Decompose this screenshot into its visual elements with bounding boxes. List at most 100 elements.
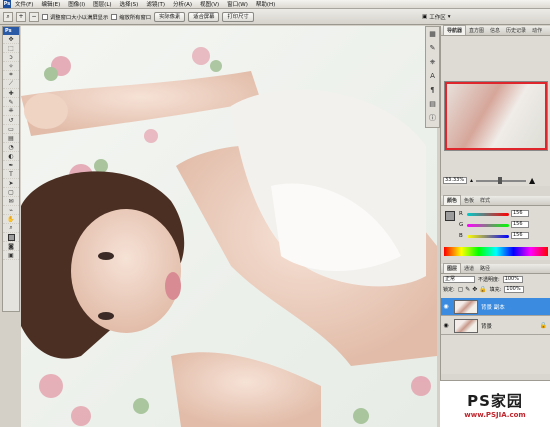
fill-input[interactable]: 100% [504, 286, 525, 293]
crop-tool-icon[interactable]: ⌗ [3, 71, 19, 80]
opacity-input[interactable]: 100% [502, 276, 523, 283]
menu-bar: Ps 文件(F) 编辑(E) 图像(I) 图层(L) 选择(S) 滤镜(T) 分… [0, 0, 550, 9]
layer-comps-icon[interactable]: ▤ [426, 97, 439, 111]
healing-brush-icon[interactable]: ✚ [3, 89, 19, 98]
eye-icon[interactable]: ◉ [441, 303, 451, 310]
navigator-view-box[interactable] [445, 82, 547, 150]
blend-mode-select[interactable]: 正常 [443, 276, 475, 283]
tab-layers[interactable]: 图层 [443, 263, 462, 273]
b-slider[interactable] [467, 235, 509, 238]
menu-analysis[interactable]: 分析(A) [173, 0, 192, 8]
eyedropper-icon[interactable]: ⌁ [3, 206, 19, 215]
navigator-zoom-input[interactable]: 33.33% [443, 177, 467, 184]
menu-file[interactable]: 文件(F) [15, 0, 33, 8]
layer-thumbnail [454, 299, 478, 314]
g-slider[interactable] [467, 224, 509, 227]
blur-tool-icon[interactable]: ◔ [3, 143, 19, 152]
zoom-in-icon[interactable]: + [16, 11, 26, 22]
color-spectrum-bar[interactable] [444, 247, 548, 256]
navigator-panel: 导航器 直方图 信息 历史记录 动作 33.33% ▴ ▲ [441, 25, 550, 186]
eye-icon[interactable]: ◉ [441, 322, 451, 329]
layer-row-background[interactable]: ◉ 背景 🔒 [441, 317, 550, 335]
collapsed-panel-icons: ▦ ✎ ⎈ A ¶ ▤ ⓘ [425, 26, 440, 128]
tool-presets-icon[interactable]: ▦ [426, 27, 439, 41]
gradient-tool-icon[interactable]: ▤ [3, 134, 19, 143]
menu-image[interactable]: 图像(I) [68, 0, 85, 8]
quick-mask-icon[interactable]: ◙ [3, 242, 19, 251]
character-icon[interactable]: A [426, 69, 439, 83]
lasso-tool-icon[interactable]: ↄ [3, 53, 19, 62]
slice-tool-icon[interactable]: ⟋ [3, 80, 19, 89]
zoom-slider-thumb[interactable] [498, 176, 503, 184]
zoom-in-small-icon[interactable]: ▲ [529, 176, 535, 185]
workspace-switcher[interactable]: ▣ 工作区 ▾ [422, 11, 470, 23]
menu-layer[interactable]: 图层(L) [93, 0, 111, 8]
foreground-color-swatch[interactable] [445, 211, 455, 221]
marquee-tool-icon[interactable]: ⬚ [3, 44, 19, 53]
magic-wand-tool-icon[interactable]: ✧ [3, 62, 19, 71]
navigator-preview[interactable] [444, 81, 548, 151]
menu-help[interactable]: 帮助(H) [256, 0, 275, 8]
tab-histogram[interactable]: 直方图 [466, 26, 487, 35]
menu-edit[interactable]: 编辑(E) [41, 0, 60, 8]
clone-stamp-icon[interactable]: ⎈ [3, 107, 19, 116]
move-tool-icon[interactable]: ✥ [3, 35, 19, 44]
shape-tool-icon[interactable]: ▢ [3, 188, 19, 197]
panel-dock: 导航器 直方图 信息 历史记录 动作 33.33% ▴ ▲ 颜色 色板 样式 R… [440, 25, 550, 427]
history-brush-icon[interactable]: ↺ [3, 116, 19, 125]
zoom-out-small-icon[interactable]: ▴ [470, 177, 473, 184]
tab-channels[interactable]: 通道 [461, 264, 477, 273]
workspace-icon: ▣ [422, 14, 428, 20]
menu-view[interactable]: 视图(V) [200, 0, 219, 8]
zoom-slider[interactable] [476, 176, 527, 184]
actual-pixels-button[interactable]: 实际像素 [154, 11, 186, 22]
r-slider[interactable] [467, 213, 509, 216]
info-icon[interactable]: ⓘ [426, 111, 439, 125]
menu-window[interactable]: 窗口(W) [227, 0, 248, 8]
menu-select[interactable]: 选择(S) [120, 0, 139, 8]
brush-tool-icon[interactable]: ✎ [3, 98, 19, 107]
path-select-icon[interactable]: ➤ [3, 179, 19, 188]
tab-swatches[interactable]: 色板 [461, 196, 477, 205]
lock-icon[interactable]: ▢ ✎ ✥ 🔒 [458, 286, 487, 293]
b-label: B [459, 233, 463, 239]
layer-row-background-copy[interactable]: ◉ 背景 副本 [441, 298, 550, 316]
paragraph-icon[interactable]: ¶ [426, 83, 439, 97]
hand-tool-icon[interactable]: ✋ [3, 215, 19, 224]
tab-history[interactable]: 历史记录 [503, 26, 529, 35]
lock-label: 锁定: [443, 287, 455, 293]
zoom-tool-icon[interactable]: ⌕ [3, 11, 13, 22]
tab-styles[interactable]: 样式 [477, 196, 493, 205]
clone-source-icon[interactable]: ⎈ [426, 55, 439, 69]
dodge-tool-icon[interactable]: ◐ [3, 152, 19, 161]
screen-mode-icon[interactable]: ▣ [3, 251, 19, 260]
zoom-out-icon[interactable]: − [29, 11, 39, 22]
eraser-tool-icon[interactable]: ▭ [3, 125, 19, 134]
notes-tool-icon[interactable]: ✉ [3, 197, 19, 206]
document-canvas[interactable] [21, 26, 437, 427]
zoom-tool-icon[interactable]: ⌕ [3, 224, 19, 233]
layers-panel: 图层 通道 路径 正常 不透明度: 100% 锁定: ▢ ✎ ✥ 🔒 填充: 1… [441, 263, 550, 374]
print-size-button[interactable]: 打印尺寸 [222, 11, 254, 22]
brushes-icon[interactable]: ✎ [426, 41, 439, 55]
tab-actions[interactable]: 动作 [529, 26, 545, 35]
tab-navigator[interactable]: 导航器 [443, 25, 467, 35]
fit-screen-button[interactable]: 适合屏幕 [188, 11, 220, 22]
r-value[interactable]: 156 [511, 210, 529, 217]
layers-lock-row: 锁定: ▢ ✎ ✥ 🔒 填充: 100% [443, 286, 525, 293]
g-value[interactable]: 156 [511, 221, 529, 228]
watermark-brand: PS家园 [467, 391, 523, 410]
tab-color[interactable]: 颜色 [443, 195, 462, 205]
pen-tool-icon[interactable]: ✒ [3, 161, 19, 170]
resize-windows-checkbox[interactable]: 调整窗口大小以满屏显示 [42, 13, 108, 21]
color-swatch-icon[interactable] [3, 233, 19, 242]
toolbox: Ps ✥ ⬚ ↄ ✧ ⌗ ⟋ ✚ ✎ ⎈ ↺ ▭ ▤ ◔ ◐ ✒ T ➤ ▢ ✉… [2, 26, 20, 312]
watermark-url: www.PSJIA.com [464, 410, 526, 419]
type-tool-icon[interactable]: T [3, 170, 19, 179]
tab-info[interactable]: 信息 [487, 26, 503, 35]
tab-paths[interactable]: 路径 [477, 264, 493, 273]
lock-icon: 🔒 [539, 322, 547, 329]
menu-filter[interactable]: 滤镜(T) [146, 0, 165, 8]
b-value[interactable]: 156 [511, 232, 529, 239]
zoom-all-checkbox[interactable]: 缩放所有窗口 [111, 13, 151, 21]
